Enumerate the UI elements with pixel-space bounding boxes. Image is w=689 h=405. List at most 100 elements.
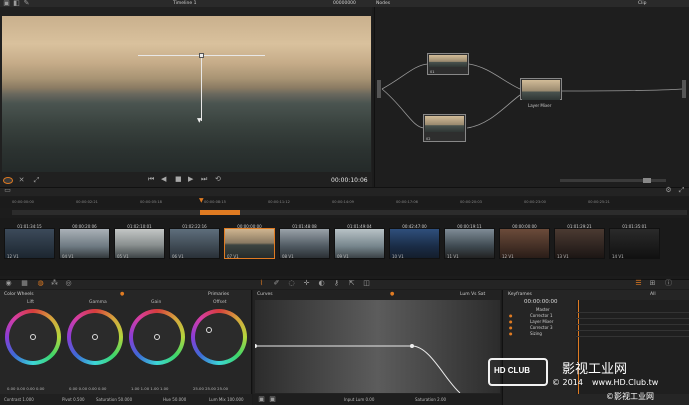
window-widget-vertical[interactable] — [201, 55, 202, 121]
track-dot-icon[interactable]: ● — [509, 325, 513, 330]
color-wheel-offset[interactable] — [191, 309, 247, 365]
wheel-puck[interactable] — [206, 327, 212, 333]
wheel-puck[interactable] — [30, 334, 36, 340]
crop-icon[interactable]: ✕ — [17, 176, 26, 185]
ruler-tick-label: 00:00:17:06 — [396, 200, 418, 204]
keyframe-track-row[interactable] — [576, 318, 689, 319]
clip-thumbnail[interactable]: 07 V1 — [224, 228, 275, 259]
keyframe-track-row[interactable] — [576, 336, 689, 337]
qualifier-icon[interactable]: ✐ — [272, 279, 281, 288]
jump-end-icon[interactable]: ⏭ — [201, 175, 207, 184]
curves-menu-dot[interactable]: ● — [390, 291, 394, 297]
clip-thumbnail[interactable]: 10 V1 — [389, 228, 440, 259]
nodes-scroll-thumb[interactable] — [643, 178, 651, 183]
playhead-icon[interactable]: ▼ — [199, 197, 204, 204]
node-1[interactable]: 01 — [427, 53, 469, 75]
contrast-value[interactable]: Contrast 1.000 — [4, 397, 34, 402]
input-lum-value[interactable]: Input Lum 0.00 — [344, 397, 374, 402]
curves-saturation-value[interactable]: Saturation 2.00 — [415, 397, 446, 402]
play-icon[interactable]: ▶ — [188, 175, 193, 183]
tracker-icon[interactable]: ✛ — [302, 279, 311, 288]
camera-raw-icon[interactable]: ◉ — [4, 279, 13, 288]
clip-thumbnail[interactable]: 04 V1 — [59, 228, 110, 259]
node-3-layer-mixer[interactable] — [520, 78, 562, 100]
pivot-value[interactable]: Pivot 0.500 — [62, 397, 85, 402]
clip-thumbnail[interactable]: 05 V1 — [114, 228, 165, 259]
nodes-title: Nodes — [376, 1, 391, 6]
expand-icon[interactable]: ⤢ — [677, 186, 686, 195]
clip-label: 05 V1 — [117, 254, 129, 259]
sizing-icon[interactable]: ⇱ — [347, 279, 356, 288]
clip-thumbnail[interactable]: 14 V1 — [609, 228, 660, 259]
ruler-tick-label: 00:00:00:00 — [12, 200, 34, 204]
wheel-values[interactable]: 0.00 0.00 0.00 0.00 — [69, 386, 106, 391]
keyframe-track-label[interactable]: Master — [536, 307, 550, 312]
keyframes-filter[interactable]: All — [650, 292, 656, 297]
lum-mix-value[interactable]: Lum Mix 100.000 — [209, 397, 244, 402]
viewer-tool-icon[interactable] — [3, 177, 13, 184]
keyframe-track-row[interactable] — [576, 330, 689, 331]
blur-icon[interactable]: ◐ — [317, 279, 326, 288]
track-dot-icon[interactable]: ● — [509, 319, 513, 324]
curves-reset-icon[interactable]: ▣ — [257, 395, 266, 404]
curves-grid-icon[interactable]: ▣ — [268, 395, 277, 404]
wheels-menu-dot[interactable]: ● — [120, 291, 124, 297]
keyframe-track-label[interactable]: Corrector 1 — [530, 313, 553, 318]
clip-thumbnail[interactable]: 09 V1 — [334, 228, 385, 259]
keyframe-track-label[interactable]: Corrector 3 — [530, 325, 553, 330]
stereo-icon[interactable]: ◫ — [362, 279, 371, 288]
track-dot-icon[interactable]: ● — [509, 331, 513, 336]
timeline-view-icon[interactable]: ▭ — [3, 186, 12, 195]
stop-icon[interactable]: ■ — [175, 175, 182, 183]
keyframe-track-label[interactable]: Sizing — [530, 331, 542, 336]
color-wheel-gamma[interactable] — [67, 309, 123, 365]
settings-icon[interactable]: ⚙ — [664, 186, 673, 195]
timeline-active-range[interactable] — [200, 210, 240, 215]
track-dot-icon[interactable]: ● — [509, 313, 513, 318]
wheel-values[interactable]: 0.00 0.00 0.00 0.00 — [7, 386, 44, 391]
clip-thumbnail[interactable]: 12 V1 — [499, 228, 550, 259]
hue-value[interactable]: Hue 50.000 — [163, 397, 186, 402]
fullscreen-icon[interactable]: ⤢ — [32, 176, 41, 185]
color-wheel-gain[interactable] — [129, 309, 185, 365]
curve-point-2 — [410, 344, 414, 348]
color-wheel-lift[interactable] — [5, 309, 61, 365]
rgb-mixer-icon[interactable]: ⁂ — [50, 279, 59, 288]
window-icon[interactable]: ◌ — [287, 279, 296, 288]
motion-icon[interactable]: ◎ — [64, 279, 73, 288]
primaries-icon[interactable]: ◍ — [36, 279, 45, 288]
clip-thumbnail[interactable]: 11 V1 — [444, 228, 495, 259]
node-2-label: 02 — [426, 137, 431, 141]
wheel-puck[interactable] — [92, 334, 98, 340]
keyframe-track-row[interactable] — [576, 324, 689, 325]
curves-mode[interactable]: Lum Vs Sat — [460, 292, 485, 297]
curve-line[interactable] — [255, 300, 500, 393]
color-wheels-mode[interactable]: Primaries — [208, 292, 229, 297]
loop-icon[interactable]: ⟲ — [215, 175, 221, 183]
window-widget-handle[interactable] — [199, 53, 204, 58]
wheel-puck[interactable] — [154, 334, 160, 340]
wheel-values[interactable]: 25.00 25.00 25.00 — [193, 386, 228, 391]
color-match-icon[interactable]: ▦ — [20, 279, 29, 288]
keyframe-track-row[interactable] — [576, 312, 689, 313]
jump-start-icon[interactable]: ⏮ — [148, 175, 154, 184]
timeline-range-bar[interactable] — [12, 210, 687, 215]
wheel-values[interactable]: 1.00 1.00 1.00 1.00 — [131, 386, 168, 391]
wheel-title: Lift — [27, 300, 35, 305]
saturation-value[interactable]: Saturation 50.000 — [96, 397, 132, 402]
keyframes-icon[interactable]: ☰ — [634, 279, 643, 288]
clip-thumbnail[interactable]: 12 V1 — [4, 228, 55, 259]
key-icon[interactable]: ⚷ — [332, 279, 341, 288]
keyframe-track-label[interactable]: Layer Mixer — [530, 319, 553, 324]
nodes-mode-select[interactable]: Clip — [638, 1, 647, 6]
clip-thumbnail[interactable]: 13 V1 — [554, 228, 605, 259]
curves-icon[interactable]: ⌇ — [257, 279, 266, 288]
scopes-icon[interactable]: ⊞ — [648, 279, 657, 288]
timeline-name[interactable]: Timeline 1 — [173, 1, 196, 6]
viewer-image[interactable] — [2, 16, 371, 172]
node-2[interactable]: 02 — [423, 114, 466, 142]
info-icon[interactable]: ⓘ — [664, 279, 673, 288]
clip-thumbnail[interactable]: 08 V1 — [279, 228, 330, 259]
clip-thumbnail[interactable]: 06 V1 — [169, 228, 220, 259]
play-reverse-icon[interactable]: ◀ — [161, 175, 166, 183]
